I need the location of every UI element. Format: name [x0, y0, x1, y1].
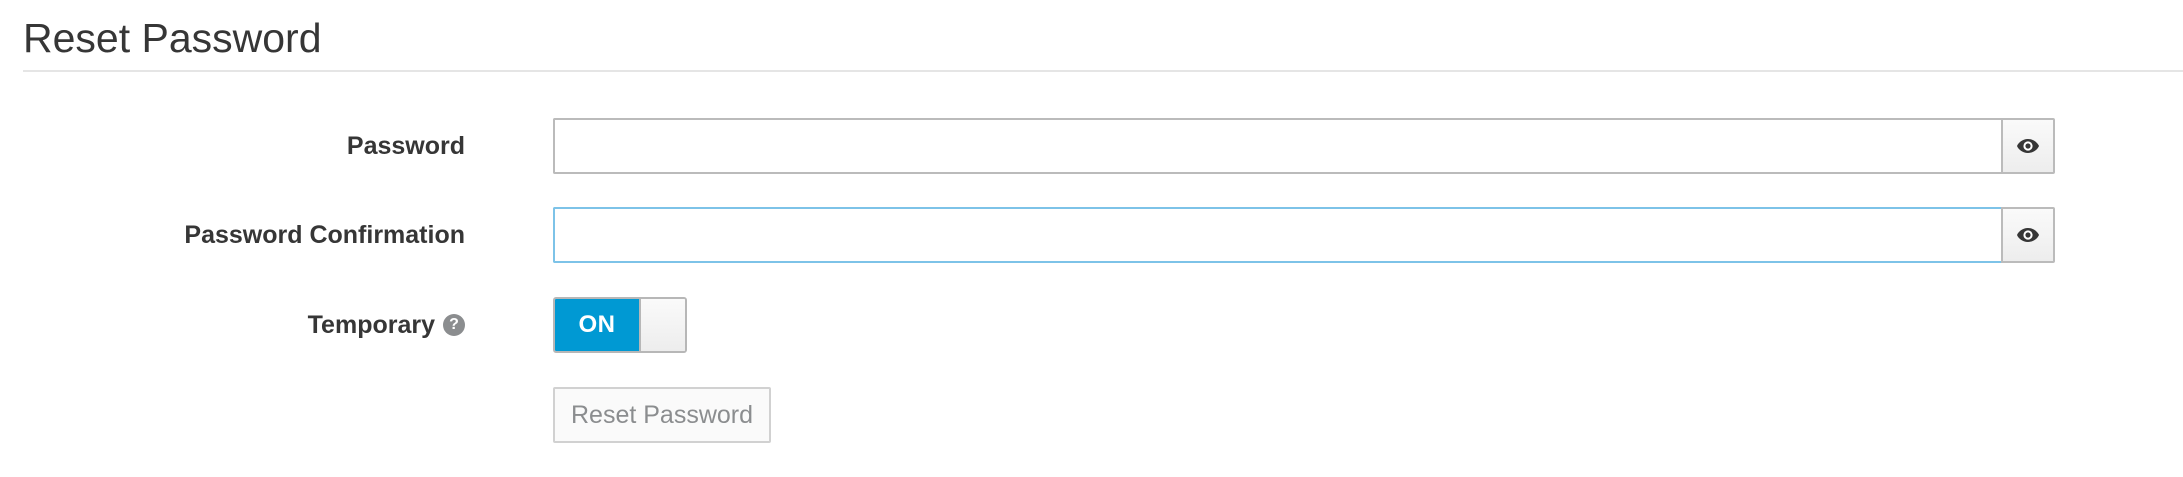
password-input[interactable]: [553, 118, 2001, 174]
eye-icon: [2016, 227, 2040, 243]
password-visibility-toggle[interactable]: [2001, 118, 2055, 174]
password-label: Password: [346, 131, 465, 160]
reset-password-button[interactable]: Reset Password: [553, 387, 772, 443]
question-circle-icon[interactable]: ?: [443, 314, 465, 336]
temporary-switch[interactable]: ON: [553, 297, 687, 353]
password-confirmation-input-group: [553, 207, 2055, 263]
title-divider: [23, 70, 2183, 72]
switch-handle[interactable]: [639, 299, 685, 351]
password-confirmation-label: Password Confirmation: [184, 220, 465, 249]
temporary-label: Temporary ?: [308, 297, 465, 353]
page-title: Reset Password: [23, 15, 322, 61]
eye-icon: [2016, 138, 2040, 154]
password-input-group: [553, 118, 2055, 174]
password-confirmation-visibility-toggle[interactable]: [2001, 207, 2055, 263]
password-confirmation-input[interactable]: [553, 207, 2001, 263]
switch-on-label: ON: [555, 299, 639, 351]
temporary-label-text: Temporary: [307, 310, 435, 339]
